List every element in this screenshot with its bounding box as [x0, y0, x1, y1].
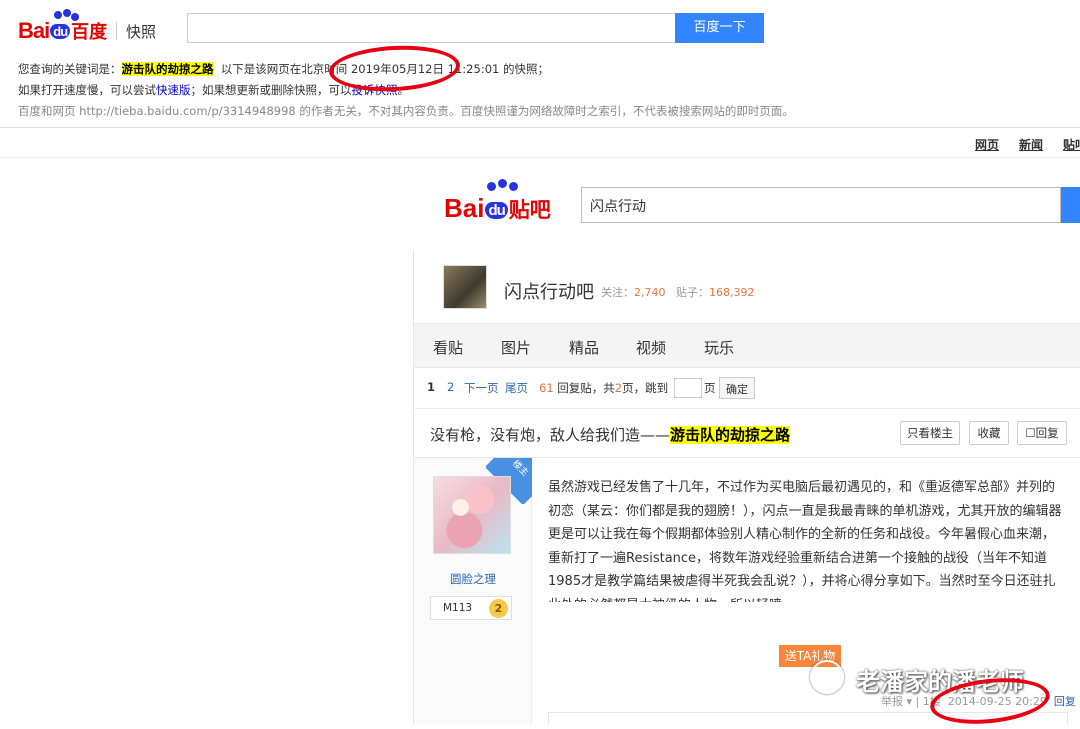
paw-icon: [71, 13, 79, 21]
snapshot-search-input[interactable]: [187, 13, 677, 43]
reply-summary: 61 回复贴，共2页，跳到: [539, 381, 669, 395]
forum-header: 闪点行动吧 关注：2,740 贴子：168,392: [414, 250, 1080, 324]
wechat-icon: [810, 660, 844, 694]
last-page-link[interactable]: 尾页: [505, 380, 528, 396]
baidu-logo[interactable]: Bai du 百度: [18, 18, 107, 44]
post-content: 虽然游戏已经发售了十几年，不过作为买电脑后最初遇见的，和《重返德军总部》并列的初…: [548, 480, 1062, 602]
source-url-link[interactable]: http://tieba.baidu.com/p/3314948998: [79, 104, 296, 118]
author-name[interactable]: 圆脸之理: [450, 571, 496, 587]
title-keyword: 游击队的劫掠之路: [670, 426, 791, 444]
tab-videos[interactable]: 视频: [636, 337, 666, 358]
tab-featured[interactable]: 精品: [569, 337, 599, 358]
forum-tabs: 看贴 图片 精品 视频 玩乐: [414, 324, 1080, 368]
forum-name[interactable]: 闪点行动吧: [504, 278, 594, 304]
thread-title-bar: 没有枪，没有炮，敌人给我们造——游击队的劫掠之路 只看楼主 收藏 ☐回复: [414, 408, 1080, 458]
jump-page-input[interactable]: [674, 378, 702, 398]
level-name: M113: [443, 602, 473, 614]
logo-cn-text: 百度: [71, 22, 108, 43]
nav-web[interactable]: 网页: [975, 138, 999, 152]
level-star-icon: 2: [489, 599, 508, 618]
fast-version-link[interactable]: 快速版: [156, 83, 191, 97]
snapshot-info-line1: 您查询的关键词是：游击队的劫掠之路 以下是该网页在北京时间 2019年05月12…: [18, 62, 549, 76]
page-2-link[interactable]: 2: [447, 380, 454, 394]
logo-bai-text: Bai: [18, 18, 50, 43]
top-bar: [0, 128, 1080, 158]
paw-icon: [487, 182, 496, 191]
snapshot-section-label: 快照: [126, 23, 157, 41]
follow-count: 2,740: [634, 286, 666, 299]
baidu-search-button[interactable]: 百度一下: [675, 13, 764, 43]
page-current: 1: [427, 380, 436, 394]
forum-avatar[interactable]: [443, 265, 487, 309]
author-level[interactable]: M113 2: [430, 596, 512, 620]
post-reply-link[interactable]: 回复: [1054, 695, 1076, 708]
logo-divider: [116, 22, 117, 40]
paw-icon: [509, 182, 518, 191]
snapshot-header: Bai du 百度 快照 百度一下 您查询的关键词是：游击队的劫掠之路 以下是该网页…: [0, 0, 1080, 128]
nav-news[interactable]: 新闻: [1019, 138, 1043, 152]
paw-icon: [498, 179, 507, 188]
paw-icon: [54, 11, 62, 19]
query-keyword: 游击队的劫掠之路: [121, 62, 214, 76]
collect-button[interactable]: 收藏: [969, 421, 1009, 445]
forum-card: 闪点行动吧 关注：2,740 贴子：168,392 看贴 图片 精品 视频 玩乐…: [413, 250, 1080, 724]
paw-icon: [63, 9, 71, 17]
only-owner-button[interactable]: 只看楼主: [900, 421, 960, 445]
top-nav: 网页 新闻 贴吧: [955, 136, 1080, 153]
tab-images[interactable]: 图片: [501, 337, 531, 358]
logo-du-text: du: [50, 24, 71, 39]
author-avatar[interactable]: [433, 476, 511, 554]
forum-stats: 关注：2,740 贴子：168,392: [601, 286, 755, 299]
tieba-search-button[interactable]: [1061, 187, 1080, 223]
nav-tieba[interactable]: 贴吧: [1063, 138, 1080, 152]
tab-posts[interactable]: 看贴: [433, 337, 463, 358]
next-page-link[interactable]: 下一页: [464, 380, 499, 396]
pagination: 1 2 下一页 尾页 61 回复贴，共2页，跳到 页 确定: [427, 377, 1077, 404]
jump-confirm-button[interactable]: 确定: [719, 377, 755, 399]
author-column: 楼主 圆脸之理 M113 2: [414, 458, 532, 724]
reply-button[interactable]: ☐回复: [1017, 421, 1067, 445]
tieba-search-input[interactable]: 闪点行动: [581, 187, 1061, 223]
tieba-logo[interactable]: Bai du 贴吧: [444, 193, 551, 224]
tab-fun[interactable]: 玩乐: [704, 337, 734, 358]
thread-title: 没有枪，没有炮，敌人给我们造——游击队的劫掠之路: [430, 426, 791, 444]
snapshot-disclaimer: 百度和网页 http://tieba.baidu.com/p/331494899…: [18, 104, 794, 118]
posts-count: 168,392: [709, 286, 755, 299]
comment-icon: ☐: [1025, 426, 1036, 440]
